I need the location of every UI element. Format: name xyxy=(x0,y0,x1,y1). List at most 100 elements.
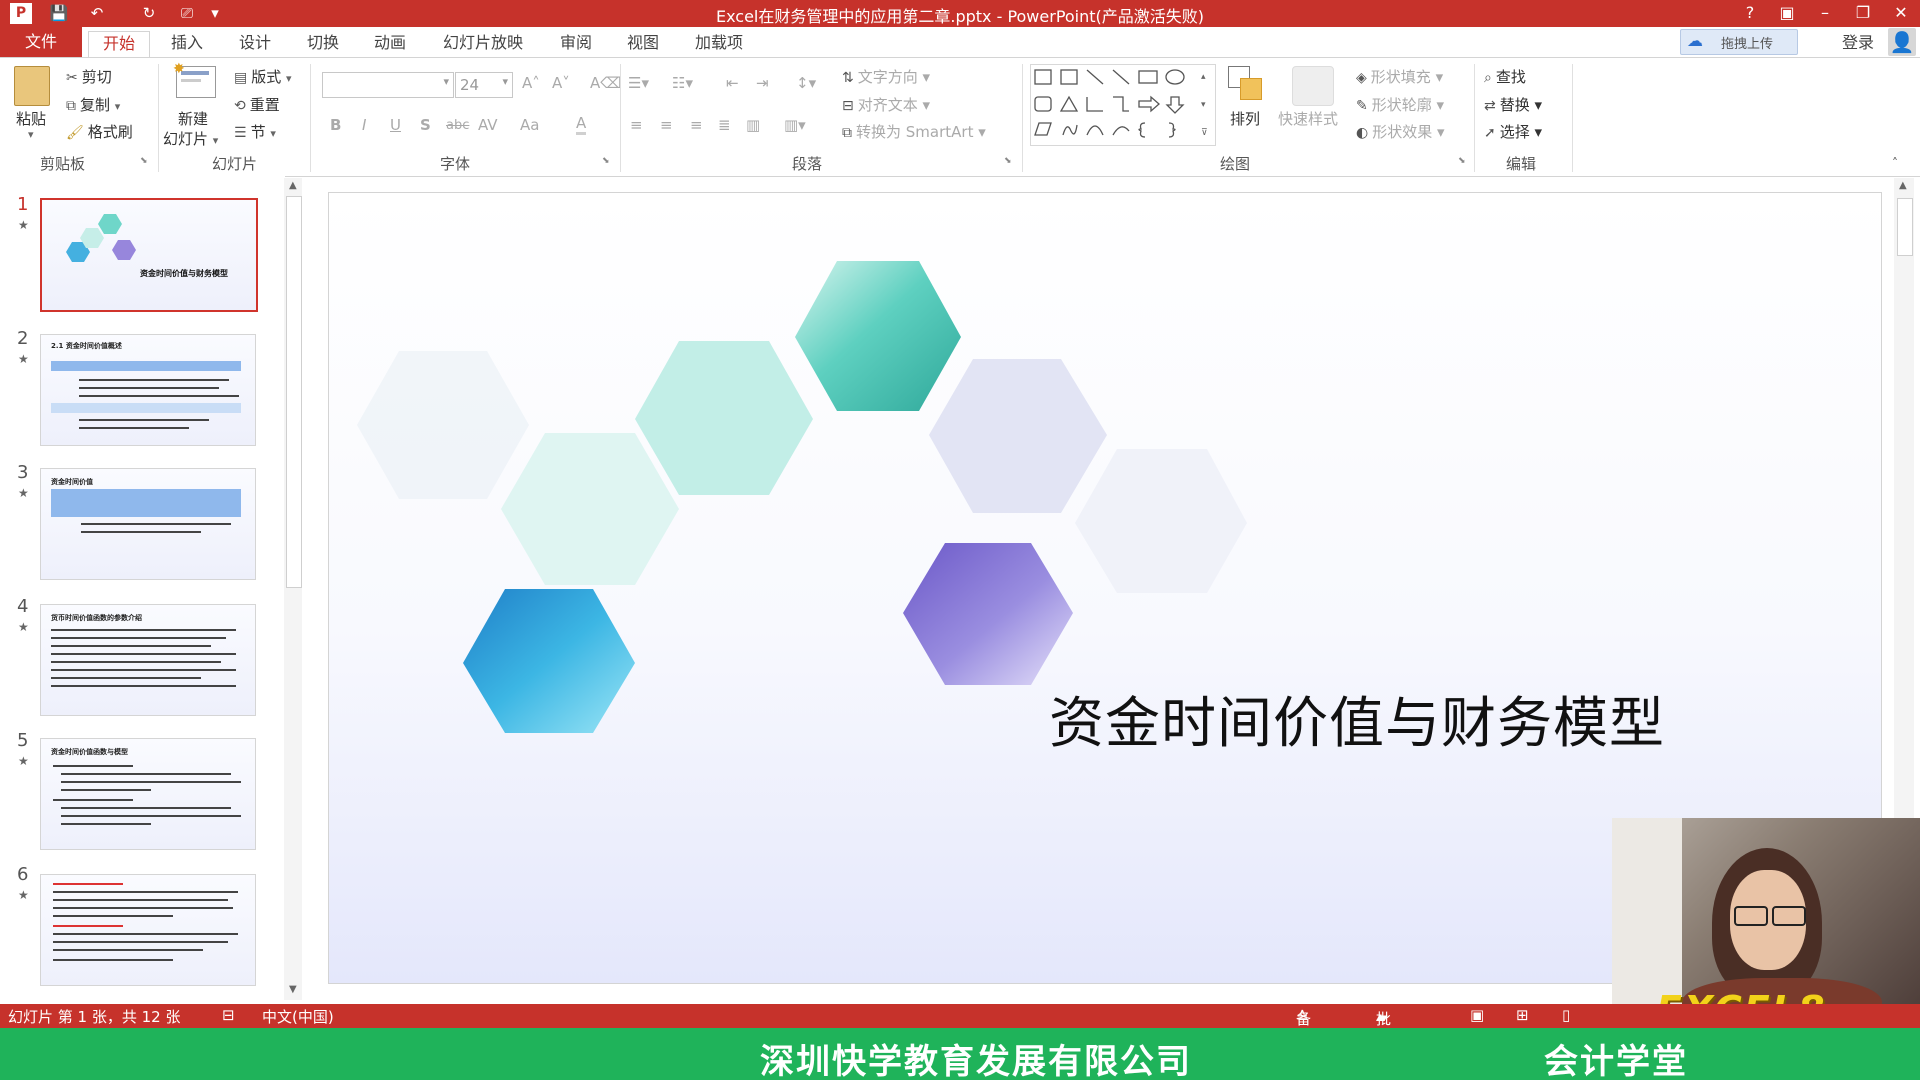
align-text-button[interactable]: ⊟ 对齐文本 ▾ xyxy=(842,94,930,115)
slide-title[interactable]: 资金时间价值与财务模型 xyxy=(1049,678,1665,758)
align-right-icon[interactable]: ≡ xyxy=(690,116,703,134)
slide-thumbnail-2[interactable]: 2.1 资金时间价值概述 xyxy=(40,334,256,446)
shape-outline-label: 形状轮廓 xyxy=(1371,96,1432,114)
paragraph-launcher-icon[interactable]: ⬊ xyxy=(1004,156,1012,166)
scroll-down-icon[interactable]: ▼ xyxy=(289,984,297,995)
font-size-combo[interactable]: 24 ▾ xyxy=(455,72,513,98)
language-status[interactable]: 中文(中国) xyxy=(262,1006,334,1027)
reading-view-icon[interactable]: ▯ xyxy=(1562,1006,1570,1024)
slide-thumbnail-5[interactable]: 资金时间价值函数与模型 xyxy=(40,738,256,850)
upload-button[interactable]: ☁ 拖拽上传 xyxy=(1680,29,1798,55)
layout-button[interactable]: ▤ 版式 ▾ xyxy=(234,66,292,87)
justify-icon[interactable]: ≣ xyxy=(718,116,731,134)
minimize-button[interactable]: – xyxy=(1810,2,1840,24)
cursor-icon: ➚ xyxy=(1484,125,1496,141)
drawing-launcher-icon[interactable]: ⬊ xyxy=(1458,156,1466,166)
slide-thumbnail-1[interactable]: 资金时间价值与财务模型 xyxy=(40,198,258,312)
tab-file[interactable]: 文件 xyxy=(0,27,82,57)
avatar-icon[interactable]: 👤 xyxy=(1888,28,1916,56)
thumbnail-caption: 2.1 资金时间价值概述 xyxy=(51,342,122,350)
cut-button[interactable]: ✂ 剪切 xyxy=(66,66,112,87)
quick-styles-button[interactable]: 快速样式 xyxy=(1278,108,1338,129)
new-slide-dropdown[interactable]: 幻灯片 ▾ xyxy=(163,128,218,149)
slide-thumbnail-3[interactable]: 资金时间价值 xyxy=(40,468,256,580)
section-button[interactable]: ☰ 节 ▾ xyxy=(234,121,276,142)
font-name-combo[interactable]: ▾ xyxy=(322,72,454,98)
find-button[interactable]: ⌕ 查找 xyxy=(1484,66,1526,87)
align-left-icon[interactable]: ≡ xyxy=(630,116,643,134)
tab-design[interactable]: 设计 xyxy=(232,31,278,56)
quick-styles-icon[interactable] xyxy=(1292,66,1334,106)
change-case-button[interactable]: Aa xyxy=(520,116,539,134)
animation-star-icon: ★ xyxy=(18,754,29,768)
clipboard-launcher-icon[interactable]: ⬊ xyxy=(140,156,148,166)
shadow-button[interactable]: S xyxy=(420,116,431,134)
align-center-icon[interactable]: ≡ xyxy=(660,116,673,134)
line-spacing-icon[interactable]: ↕▾ xyxy=(796,74,816,92)
paste-icon[interactable] xyxy=(14,66,50,106)
help-button[interactable]: ? xyxy=(1735,2,1765,24)
paste-dropdown-icon[interactable]: ▾ xyxy=(28,128,34,141)
normal-view-icon[interactable]: ▣ xyxy=(1470,1006,1484,1024)
thumbnail-number: 1 xyxy=(17,194,29,215)
text-direction-label: 文字方向 xyxy=(857,68,918,86)
thumbnail-scrollbar[interactable]: ▲ ▼ xyxy=(284,178,302,1000)
scroll-up-icon[interactable]: ▲ xyxy=(1899,180,1907,191)
shape-fill-button[interactable]: ◈ 形状填充 ▾ xyxy=(1356,66,1443,87)
login-link[interactable]: 登录 xyxy=(1838,31,1878,56)
clear-formatting-icon[interactable]: A⌫ xyxy=(590,74,621,92)
format-painter-button[interactable]: 🖌 格式刷 xyxy=(66,121,133,142)
distributed-icon[interactable]: ▥ xyxy=(746,116,760,134)
bullets-icon[interactable]: ☰▾ xyxy=(628,74,649,92)
bold-button[interactable]: B xyxy=(330,116,341,134)
tab-addins[interactable]: 加载项 xyxy=(688,31,750,56)
scroll-up-icon[interactable]: ▲ xyxy=(289,180,297,191)
font-color-button[interactable]: A xyxy=(576,114,587,135)
tab-insert[interactable]: 插入 xyxy=(164,31,210,56)
tab-view[interactable]: 视图 xyxy=(620,31,666,56)
shape-outline-button[interactable]: ✎ 形状轮廓 ▾ xyxy=(1356,94,1444,115)
slide-thumbnail-4[interactable]: 货币时间价值函数的参数介绍 xyxy=(40,604,256,716)
tab-animations[interactable]: 动画 xyxy=(367,31,413,56)
format-painter-label: 格式刷 xyxy=(87,123,133,141)
thumbnail-number: 2 xyxy=(17,328,29,349)
underline-button[interactable]: U xyxy=(390,116,401,134)
text-direction-button[interactable]: ⇅ 文字方向 ▾ xyxy=(842,66,930,87)
new-slide-label[interactable]: 新建 xyxy=(178,108,208,129)
decrease-indent-icon[interactable]: ⇤ xyxy=(726,74,739,92)
increase-font-icon[interactable]: A˄ xyxy=(522,74,540,92)
copy-button[interactable]: ⧉ 复制 ▾ xyxy=(66,94,120,115)
tab-review[interactable]: 审阅 xyxy=(553,31,599,56)
replace-button[interactable]: ⇄ 替换 ▾ xyxy=(1484,94,1542,115)
scrollbar-thumb[interactable] xyxy=(1897,198,1913,256)
tab-home[interactable]: 开始 xyxy=(88,31,150,57)
arrange-button[interactable]: 排列 xyxy=(1230,108,1260,129)
spellcheck-icon[interactable]: ⊟ xyxy=(222,1006,235,1024)
increase-indent-icon[interactable]: ⇥ xyxy=(756,74,769,92)
italic-button[interactable]: I xyxy=(362,116,366,134)
paste-button[interactable]: 粘贴 xyxy=(16,108,46,129)
numbering-icon[interactable]: ☷▾ xyxy=(672,74,693,92)
slide-thumbnail-6[interactable] xyxy=(40,874,256,986)
shapes-gallery[interactable]: ▴ ▾ ⊽ xyxy=(1030,64,1216,146)
collapse-ribbon-icon[interactable]: ˄ xyxy=(1892,156,1898,170)
shape-effects-button[interactable]: ◐ 形状效果 ▾ xyxy=(1356,121,1445,142)
restore-button[interactable]: ❐ xyxy=(1848,2,1878,24)
smartart-button[interactable]: ⧉ 转换为 SmartArt ▾ xyxy=(842,121,986,142)
new-slide-icon[interactable]: ✸ xyxy=(173,61,216,98)
reset-button[interactable]: ⟲ 重置 xyxy=(234,94,280,115)
strikethrough-button[interactable]: abc xyxy=(446,118,469,133)
select-button[interactable]: ➚ 选择 ▾ xyxy=(1484,121,1542,142)
section-icon: ☰ xyxy=(234,125,247,141)
tab-slideshow[interactable]: 幻灯片放映 xyxy=(436,31,530,56)
tab-transitions[interactable]: 切换 xyxy=(300,31,346,56)
decrease-font-icon[interactable]: A˅ xyxy=(552,74,570,92)
columns-icon[interactable]: ▥▾ xyxy=(784,116,806,134)
font-launcher-icon[interactable]: ⬊ xyxy=(602,156,610,166)
scrollbar-thumb[interactable] xyxy=(286,196,302,588)
character-spacing-button[interactable]: AV xyxy=(478,116,498,134)
arrange-icon[interactable] xyxy=(1228,66,1264,102)
slide-sorter-icon[interactable]: ⊞ xyxy=(1516,1006,1529,1024)
ribbon-display-options-button[interactable]: ▣ xyxy=(1772,2,1802,24)
close-button[interactable]: ✕ xyxy=(1886,2,1916,24)
